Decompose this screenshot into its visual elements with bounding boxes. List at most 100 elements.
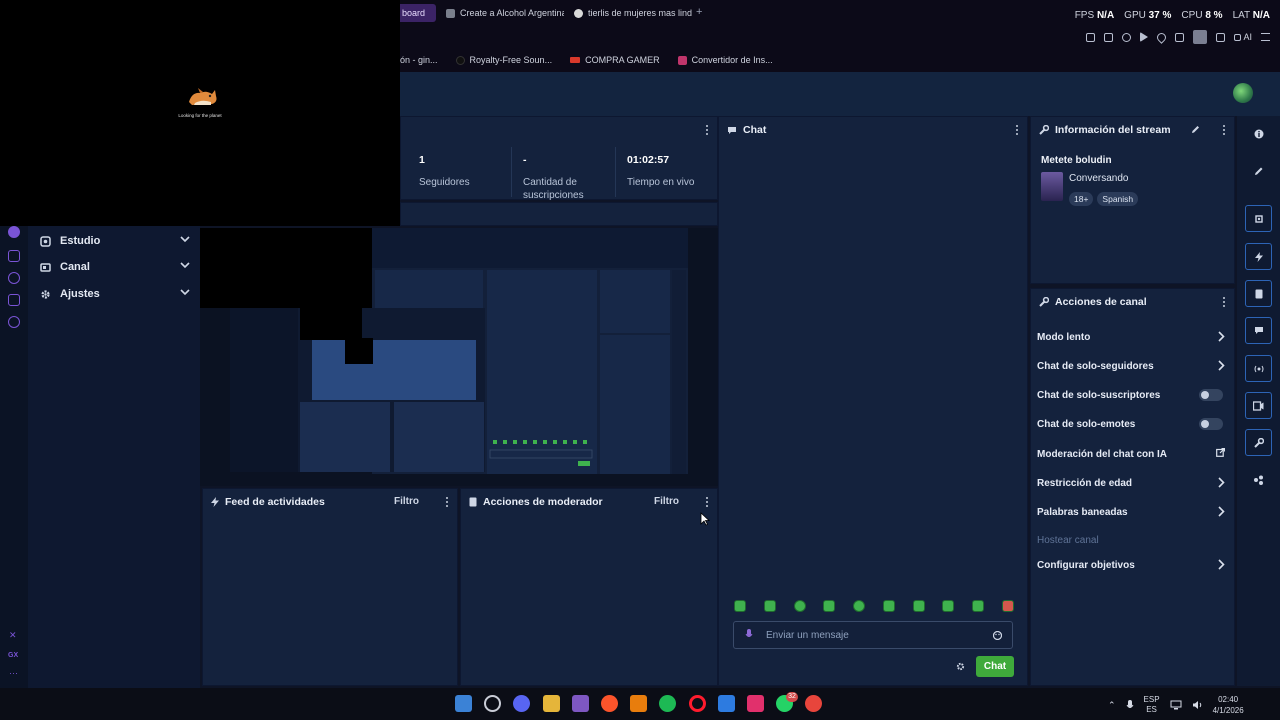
send-chat-button[interactable]: Chat bbox=[976, 656, 1014, 677]
channel-action-item[interactable]: Moderación del chat con IA bbox=[1037, 444, 1229, 464]
add-panel-icon[interactable] bbox=[1245, 467, 1272, 494]
visual-studio-icon[interactable] bbox=[571, 695, 589, 712]
broadcast-icon[interactable] bbox=[1245, 355, 1272, 382]
more-options-icon[interactable] bbox=[706, 497, 709, 507]
sidebar-item-estudio[interactable]: Estudio bbox=[40, 230, 190, 252]
tab-alcohol[interactable]: Create a Alcohol Argentina bbox=[440, 4, 564, 22]
emote-icon[interactable] bbox=[942, 600, 955, 612]
emote-icon[interactable] bbox=[853, 600, 866, 612]
emote-icon[interactable] bbox=[972, 600, 985, 612]
emote-icon[interactable] bbox=[1001, 600, 1014, 612]
menu-icon[interactable] bbox=[1261, 33, 1270, 41]
language-indicator[interactable]: ESP ES bbox=[1144, 695, 1160, 715]
category-thumbnail bbox=[1041, 172, 1063, 201]
channel-action-item[interactable]: Hostear canal bbox=[1037, 530, 1229, 550]
microphone-icon[interactable] bbox=[1126, 699, 1134, 711]
profile-avatar[interactable] bbox=[1193, 30, 1208, 44]
tag-badge: 18+ bbox=[1069, 192, 1094, 206]
stream-preview[interactable] bbox=[200, 228, 718, 486]
channel-action-item[interactable]: Chat de solo-emotes bbox=[1037, 414, 1229, 434]
tab-tierlis[interactable]: tierlis de mujeres mas lindas bbox=[568, 4, 692, 22]
emote-icon[interactable] bbox=[912, 600, 925, 612]
home-icon[interactable] bbox=[8, 226, 20, 238]
emote-icon[interactable] bbox=[734, 600, 746, 612]
chat-input[interactable]: Enviar un mensaje bbox=[733, 621, 1013, 649]
ai-button[interactable]: AI bbox=[1234, 32, 1252, 42]
channel-action-item[interactable]: Palabras baneadas bbox=[1037, 502, 1229, 522]
download-icon[interactable] bbox=[1216, 32, 1226, 42]
clip-icon[interactable] bbox=[1245, 205, 1272, 232]
tools-icon[interactable] bbox=[1245, 429, 1272, 456]
bookmark-item[interactable]: ón - gin... bbox=[400, 55, 438, 65]
settings-icon[interactable] bbox=[8, 316, 20, 328]
heart-icon[interactable] bbox=[1155, 30, 1169, 44]
filter-button[interactable]: Filtro bbox=[394, 496, 419, 507]
emote-icon[interactable] bbox=[823, 600, 836, 612]
stream-title: Metete boludin bbox=[1041, 155, 1112, 166]
chevron-right-icon bbox=[1218, 360, 1225, 371]
chevron-up-icon[interactable]: ⌃ bbox=[1108, 700, 1116, 711]
play-icon[interactable] bbox=[1140, 32, 1149, 42]
stat-value: 01:02:57 bbox=[627, 154, 670, 166]
lightning-icon[interactable] bbox=[1245, 243, 1272, 270]
blender-icon[interactable] bbox=[630, 695, 648, 712]
history-icon[interactable] bbox=[8, 272, 20, 284]
chat-settings-icon[interactable] bbox=[956, 662, 965, 671]
chevron-down-icon bbox=[180, 262, 190, 269]
volume-icon[interactable] bbox=[1192, 700, 1203, 710]
instagram-icon[interactable] bbox=[747, 695, 764, 712]
edit-icon[interactable] bbox=[1245, 157, 1272, 184]
more-options-icon[interactable] bbox=[1016, 125, 1019, 135]
sidebar-item-ajustes[interactable]: Ajustes bbox=[40, 283, 190, 305]
new-tab-button[interactable]: + bbox=[696, 6, 702, 18]
channel-action-item[interactable]: Modo lento bbox=[1037, 327, 1229, 347]
more-options-icon[interactable] bbox=[446, 497, 449, 507]
filter-button[interactable]: Filtro bbox=[654, 496, 679, 507]
info-icon[interactable] bbox=[1245, 120, 1272, 147]
notepad-icon[interactable] bbox=[717, 695, 735, 712]
user-avatar[interactable] bbox=[1233, 83, 1253, 103]
screenshot-icon[interactable] bbox=[1104, 32, 1114, 42]
sidebar-item-label: Canal bbox=[60, 261, 90, 273]
emote-icon[interactable] bbox=[882, 600, 895, 612]
whatsapp-badge: 32 bbox=[786, 692, 798, 702]
social-icon[interactable]: ✕ bbox=[9, 630, 17, 641]
toggle-switch[interactable] bbox=[1199, 389, 1223, 401]
block-icon[interactable] bbox=[1122, 32, 1132, 42]
brave-icon[interactable] bbox=[601, 695, 618, 712]
bookmark-item[interactable]: Royalty-Free Soun... bbox=[455, 55, 552, 65]
emote-icon[interactable] bbox=[793, 600, 806, 612]
emoji-icon[interactable] bbox=[993, 631, 1002, 640]
clock[interactable]: 02:40 4/1/2026 bbox=[1213, 694, 1244, 716]
network-icon[interactable] bbox=[1170, 700, 1182, 710]
video-icon[interactable] bbox=[1245, 392, 1272, 419]
gx-icon[interactable]: GX bbox=[8, 652, 18, 659]
tab-dashboard[interactable]: board bbox=[396, 4, 436, 22]
edit-pencil-icon[interactable] bbox=[1191, 125, 1200, 134]
microphone-icon[interactable] bbox=[745, 629, 753, 641]
soundcloud-icon bbox=[455, 55, 465, 65]
windows-icon[interactable] bbox=[455, 695, 472, 712]
folder-icon[interactable] bbox=[542, 695, 560, 712]
more-options-icon[interactable] bbox=[1223, 297, 1226, 307]
more-icon[interactable]: ··· bbox=[9, 668, 18, 678]
notes-icon[interactable] bbox=[1245, 280, 1272, 307]
pin-icon[interactable] bbox=[1086, 32, 1096, 42]
chat-icon[interactable] bbox=[1245, 317, 1272, 344]
extensions-icon[interactable] bbox=[1175, 32, 1185, 42]
more-options-icon[interactable] bbox=[1223, 125, 1226, 135]
bookmark-item[interactable]: COMPRA GAMER bbox=[570, 55, 660, 65]
channel-action-item[interactable]: Chat de solo-seguidores bbox=[1037, 356, 1229, 376]
channel-action-item[interactable]: Chat de solo-suscriptores bbox=[1037, 385, 1229, 405]
lightning-icon bbox=[211, 497, 219, 507]
sidebar-item-canal[interactable]: Canal bbox=[40, 256, 190, 278]
channel-action-item[interactable]: Configurar objetivos bbox=[1037, 555, 1229, 575]
bookmark-item[interactable]: Convertidor de Ins... bbox=[677, 55, 773, 65]
community-icon[interactable] bbox=[8, 294, 20, 306]
opera-icon[interactable] bbox=[688, 695, 706, 712]
emote-icon[interactable] bbox=[763, 600, 776, 612]
more-options-icon[interactable] bbox=[706, 125, 709, 135]
toggle-switch[interactable] bbox=[1199, 418, 1223, 430]
channel-action-item[interactable]: Restricción de edad bbox=[1037, 473, 1229, 493]
stream-manager-icon[interactable] bbox=[8, 250, 20, 262]
